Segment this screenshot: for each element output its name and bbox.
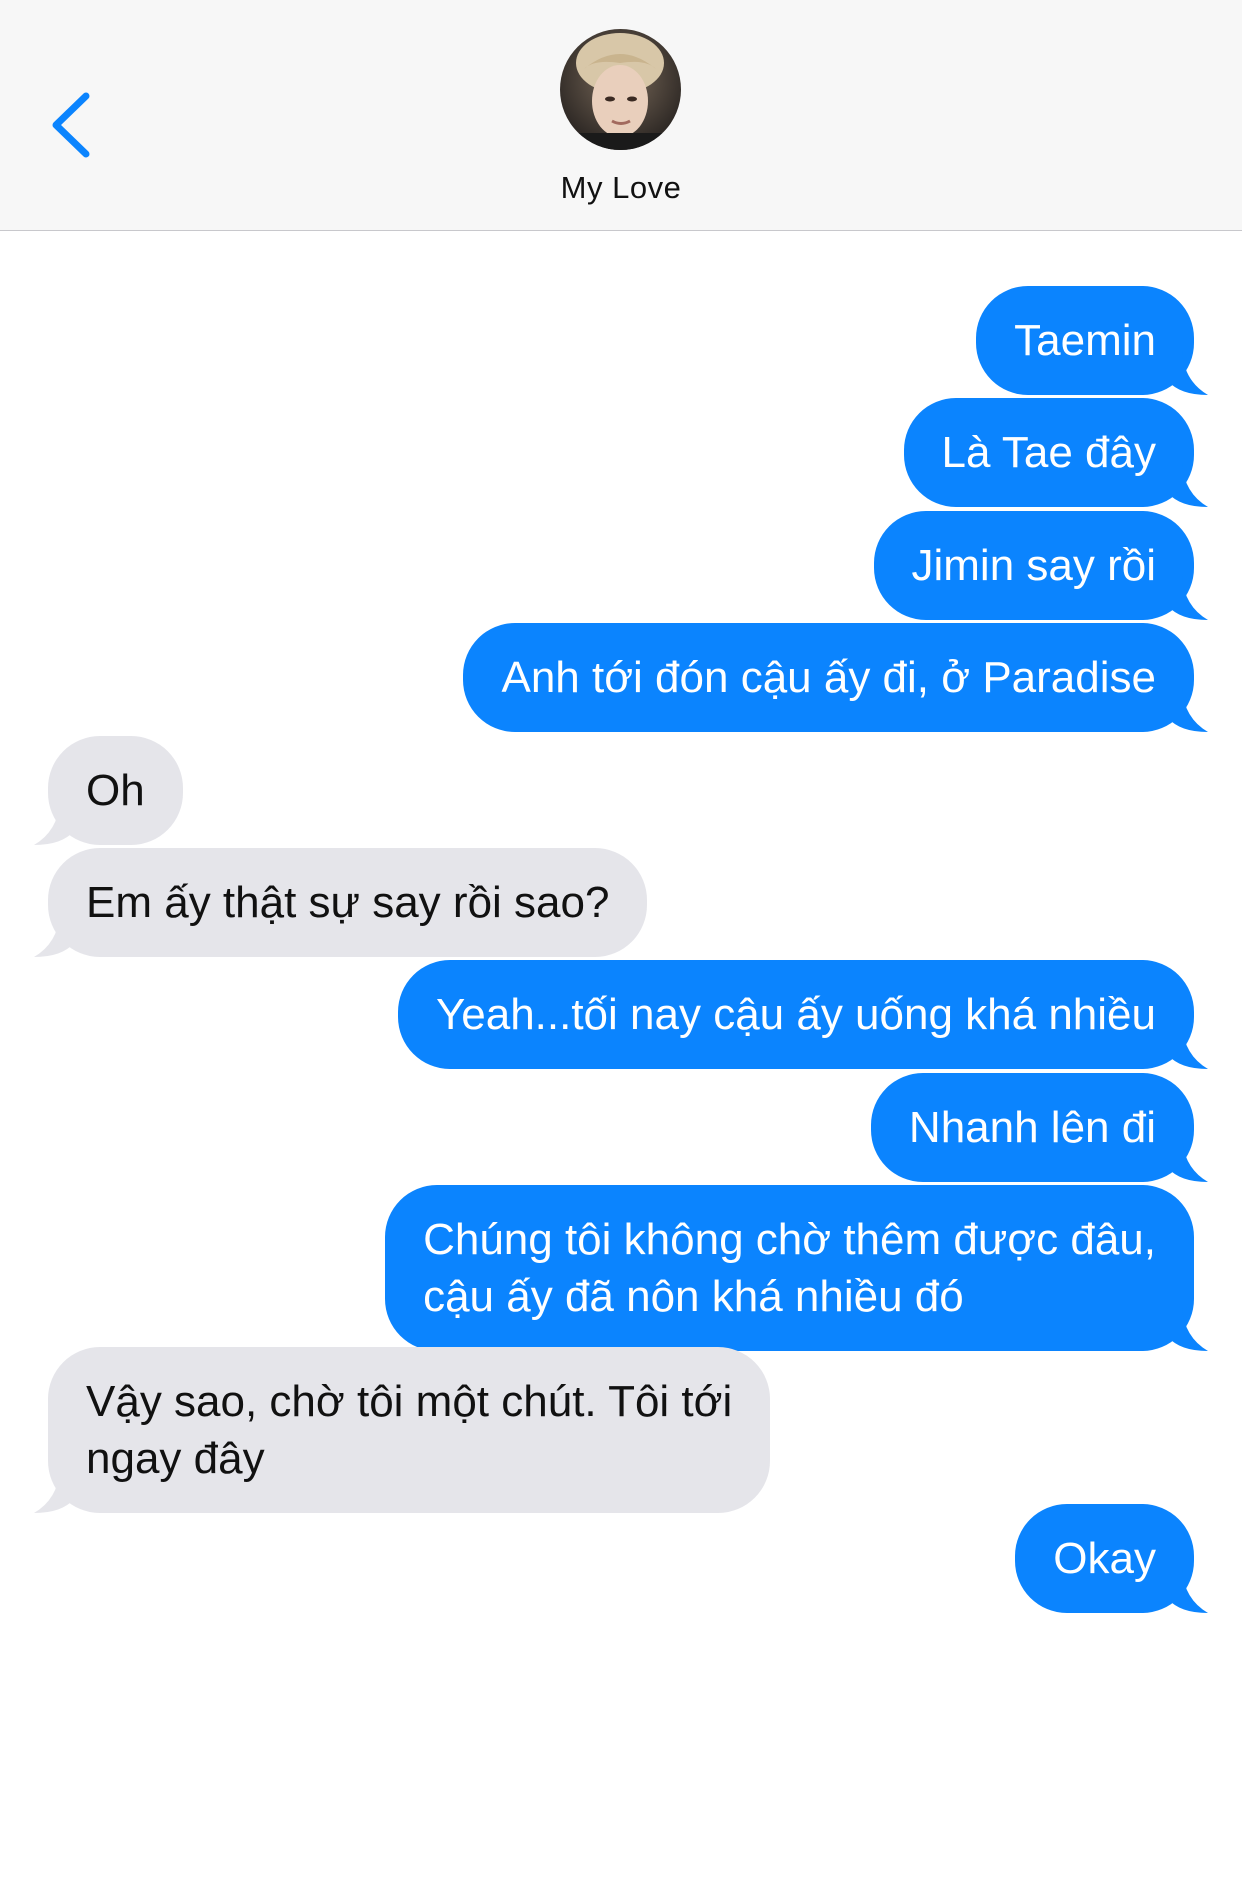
contact-name[interactable]: My Love <box>0 170 1242 206</box>
sent-message-bubble[interactable]: Yeah...tối nay cậu ấy uống khá nhiều <box>397 960 1208 1069</box>
message-thread: Taemin Là Tae đây Jimin say rồi Anh tới đón… <box>0 231 1242 1898</box>
bubble-tail-icon <box>1168 1138 1208 1182</box>
sent-message-bubble[interactable]: Okay <box>1015 1504 1208 1613</box>
message-text: Oh <box>86 766 145 815</box>
message-text: Anh tới đón cậu ấy đi, ở Paradise <box>501 653 1156 702</box>
message-text: Jimin say rồi <box>911 541 1157 590</box>
bubble-tail-icon <box>1168 1307 1208 1351</box>
bubble-tail-icon <box>1168 576 1208 620</box>
bubble-tail-icon <box>34 1469 74 1513</box>
sent-message-bubble[interactable]: Anh tới đón cậu ấy đi, ở Paradise <box>463 623 1208 732</box>
sent-message-bubble[interactable]: Nhanh lên đi <box>870 1073 1208 1182</box>
contact-avatar[interactable] <box>560 29 681 150</box>
bubble-tail-icon <box>1168 1569 1208 1613</box>
received-message-bubble[interactable]: Oh <box>34 736 183 845</box>
bubble-tail-icon <box>34 913 74 957</box>
sent-message-bubble[interactable]: Là Tae đây <box>903 398 1208 507</box>
sent-message-bubble[interactable]: Chúng tôi không chờ thêm được đâu, cậu ấ… <box>385 1185 1208 1351</box>
sent-message-bubble[interactable]: Jimin say rồi <box>873 511 1208 620</box>
sent-message-bubble[interactable]: Taemin <box>976 286 1208 395</box>
message-text: Yeah...tối nay cậu ấy uống khá nhiều <box>435 990 1156 1039</box>
received-message-bubble[interactable]: Vậy sao, chờ tôi một chút. Tôi tới ngay … <box>34 1347 771 1513</box>
bubble-tail-icon <box>1168 463 1208 507</box>
message-text: Em ấy thật sự say rồi sao? <box>86 878 610 927</box>
bubble-tail-icon <box>1168 351 1208 395</box>
message-text: Vậy sao, chờ tôi một chút. Tôi tới ngay … <box>86 1377 733 1483</box>
bubble-tail-icon <box>1168 1025 1208 1069</box>
chevron-left-icon <box>52 92 90 158</box>
message-text: Nhanh lên đi <box>908 1103 1156 1152</box>
conversation-header: My Love <box>0 0 1242 231</box>
back-button[interactable] <box>40 80 100 170</box>
message-text: Là Tae đây <box>941 428 1156 477</box>
avatar-photo <box>560 29 681 150</box>
message-text: Okay <box>1053 1534 1156 1583</box>
message-text: Chúng tôi không chờ thêm được đâu, cậu ấ… <box>423 1215 1156 1321</box>
received-message-bubble[interactable]: Em ấy thật sự say rồi sao? <box>34 848 648 957</box>
bubble-tail-icon <box>1168 688 1208 732</box>
bubble-tail-icon <box>34 801 74 845</box>
message-text: Taemin <box>1014 316 1156 365</box>
